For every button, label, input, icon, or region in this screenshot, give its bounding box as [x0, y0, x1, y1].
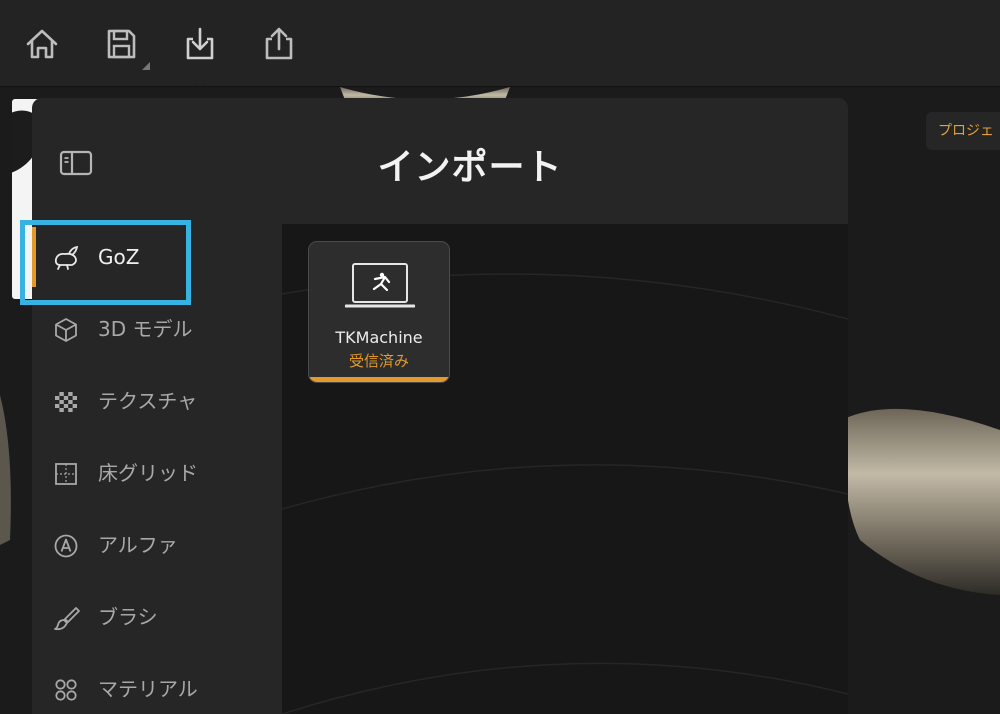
goz-device-card[interactable]: TKMachine 受信済み	[308, 241, 450, 383]
import-icon	[186, 27, 214, 60]
laptop-zbrush-icon	[345, 263, 415, 308]
device-name: TKMachine	[335, 328, 423, 347]
save-icon	[107, 29, 136, 59]
material-dots-icon	[55, 679, 77, 701]
top-toolbar	[0, 0, 1000, 87]
import-button[interactable]	[180, 24, 220, 64]
nav-item-label: マテリアル	[98, 677, 198, 701]
export-button[interactable]	[259, 24, 299, 64]
save-menu-indicator	[142, 62, 150, 70]
export-icon	[265, 27, 293, 60]
nav-item-alpha[interactable]: アルファ	[32, 509, 280, 581]
nav-item-label: テクスチャ	[98, 389, 198, 413]
nav-item-label: アルファ	[98, 533, 178, 557]
brush-icon	[54, 607, 80, 631]
cube-icon	[55, 318, 77, 342]
grid-icon	[55, 463, 77, 485]
nav-item-floor-grid[interactable]: 床グリッド	[32, 437, 280, 509]
project-button[interactable]: プロジェ	[926, 112, 1000, 150]
home-button[interactable]	[22, 24, 62, 64]
nav-item-label: 床グリッド	[98, 461, 198, 485]
annotation-highlight-box	[20, 220, 191, 305]
nav-item-texture[interactable]: テクスチャ	[32, 365, 280, 437]
save-button[interactable]	[101, 24, 141, 64]
nav-item-label: ブラシ	[98, 605, 158, 629]
home-icon	[26, 29, 58, 59]
checker-icon	[55, 392, 77, 412]
panel-title: インポート	[377, 147, 563, 188]
device-status-bar	[309, 377, 449, 382]
import-content-area: TKMachine 受信済み	[282, 224, 848, 714]
nav-item-brush[interactable]: ブラシ	[32, 581, 280, 653]
alpha-circle-icon	[54, 534, 78, 558]
import-panel: インポート GoZ 3D モデル テクスチャ 床グリッド アルファ ブラシ マテ…	[32, 98, 848, 714]
device-status: 受信済み	[348, 352, 409, 370]
nav-item-material[interactable]: マテリアル	[32, 653, 280, 714]
